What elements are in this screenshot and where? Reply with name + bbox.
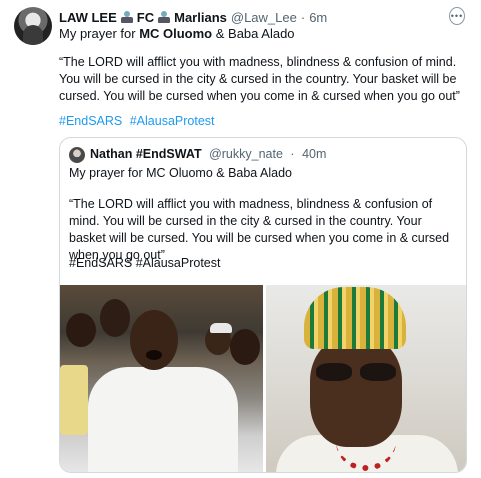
tweet-hashtags: #EndSARS #AlausaProtest <box>59 114 219 128</box>
quoted-body-text: “The LORD will afflict you with madness,… <box>69 197 450 262</box>
separator-dot: · <box>300 9 306 25</box>
photo-left-main-shirt <box>88 367 238 472</box>
photo-left-open-mouth <box>146 350 162 360</box>
mention-mc-oluomo: MC Oluomo <box>139 26 213 41</box>
quoted-photo-grid <box>60 285 466 472</box>
photo-left-cap <box>210 323 232 333</box>
photo-left-main-head <box>130 310 178 370</box>
quoted-author-handle: @rukky_nate <box>209 147 283 161</box>
tweet-body-text: “The LORD will afflict you with madness,… <box>59 55 460 103</box>
quoted-hashtags: #EndSARS #AlausaProtest <box>69 256 221 270</box>
quoted-timestamp: 40m <box>302 147 327 161</box>
quoted-intro-line: My prayer for MC Oluomo & Baba Alado <box>69 166 293 180</box>
photo-right-embroidered-hat <box>304 287 406 349</box>
tweet-timestamp[interactable]: 6m <box>309 10 327 25</box>
tweet[interactable]: LAW LEE FC Marlians @Law_Lee · 6m ••• My… <box>0 0 481 478</box>
more-options-icon[interactable]: ••• <box>449 7 465 25</box>
photo-left-crowd-head <box>100 299 130 337</box>
quoted-separator-dot: · <box>290 147 295 161</box>
quoted-author-avatar <box>69 147 85 163</box>
photo-left-crowd-head <box>66 313 96 347</box>
mountain-emoji-icon <box>158 11 171 23</box>
intro-suffix: & Baba Alado <box>212 26 295 41</box>
photo-mc-oluomo[interactable] <box>60 285 263 472</box>
quoted-author-name: Nathan #EndSWAT <box>90 147 202 161</box>
tweet-header: LAW LEE FC Marlians @Law_Lee · 6m <box>59 8 441 26</box>
photo-left-crowd-head <box>230 329 260 365</box>
hashtag-alausaprotest[interactable]: #AlausaProtest <box>130 114 215 128</box>
quoted-tweet-header: Nathan #EndSWAT @rukky_nate · 40m <box>90 147 326 161</box>
author-name[interactable]: LAW LEE <box>59 10 117 25</box>
photo-right-sunglasses <box>316 363 396 383</box>
author-avatar[interactable] <box>14 7 52 45</box>
author-name-suffix-2: Marlians <box>174 9 227 25</box>
author-name-suffix-1: FC <box>136 9 155 25</box>
quoted-tweet[interactable]: Nathan #EndSWAT @rukky_nate · 40m My pra… <box>59 137 467 473</box>
tweet-intro-line: My prayer for MC Oluomo & Baba Alado <box>59 26 295 41</box>
photo-baba-alado[interactable] <box>266 285 466 472</box>
photo-left-bg-figure <box>60 365 88 435</box>
hashtag-endsars[interactable]: #EndSARS <box>59 114 122 128</box>
mountain-emoji-icon <box>120 11 133 23</box>
intro-prefix: My prayer for <box>59 26 140 41</box>
author-handle[interactable]: @Law_Lee <box>231 10 297 25</box>
photo-right-face <box>310 337 402 447</box>
